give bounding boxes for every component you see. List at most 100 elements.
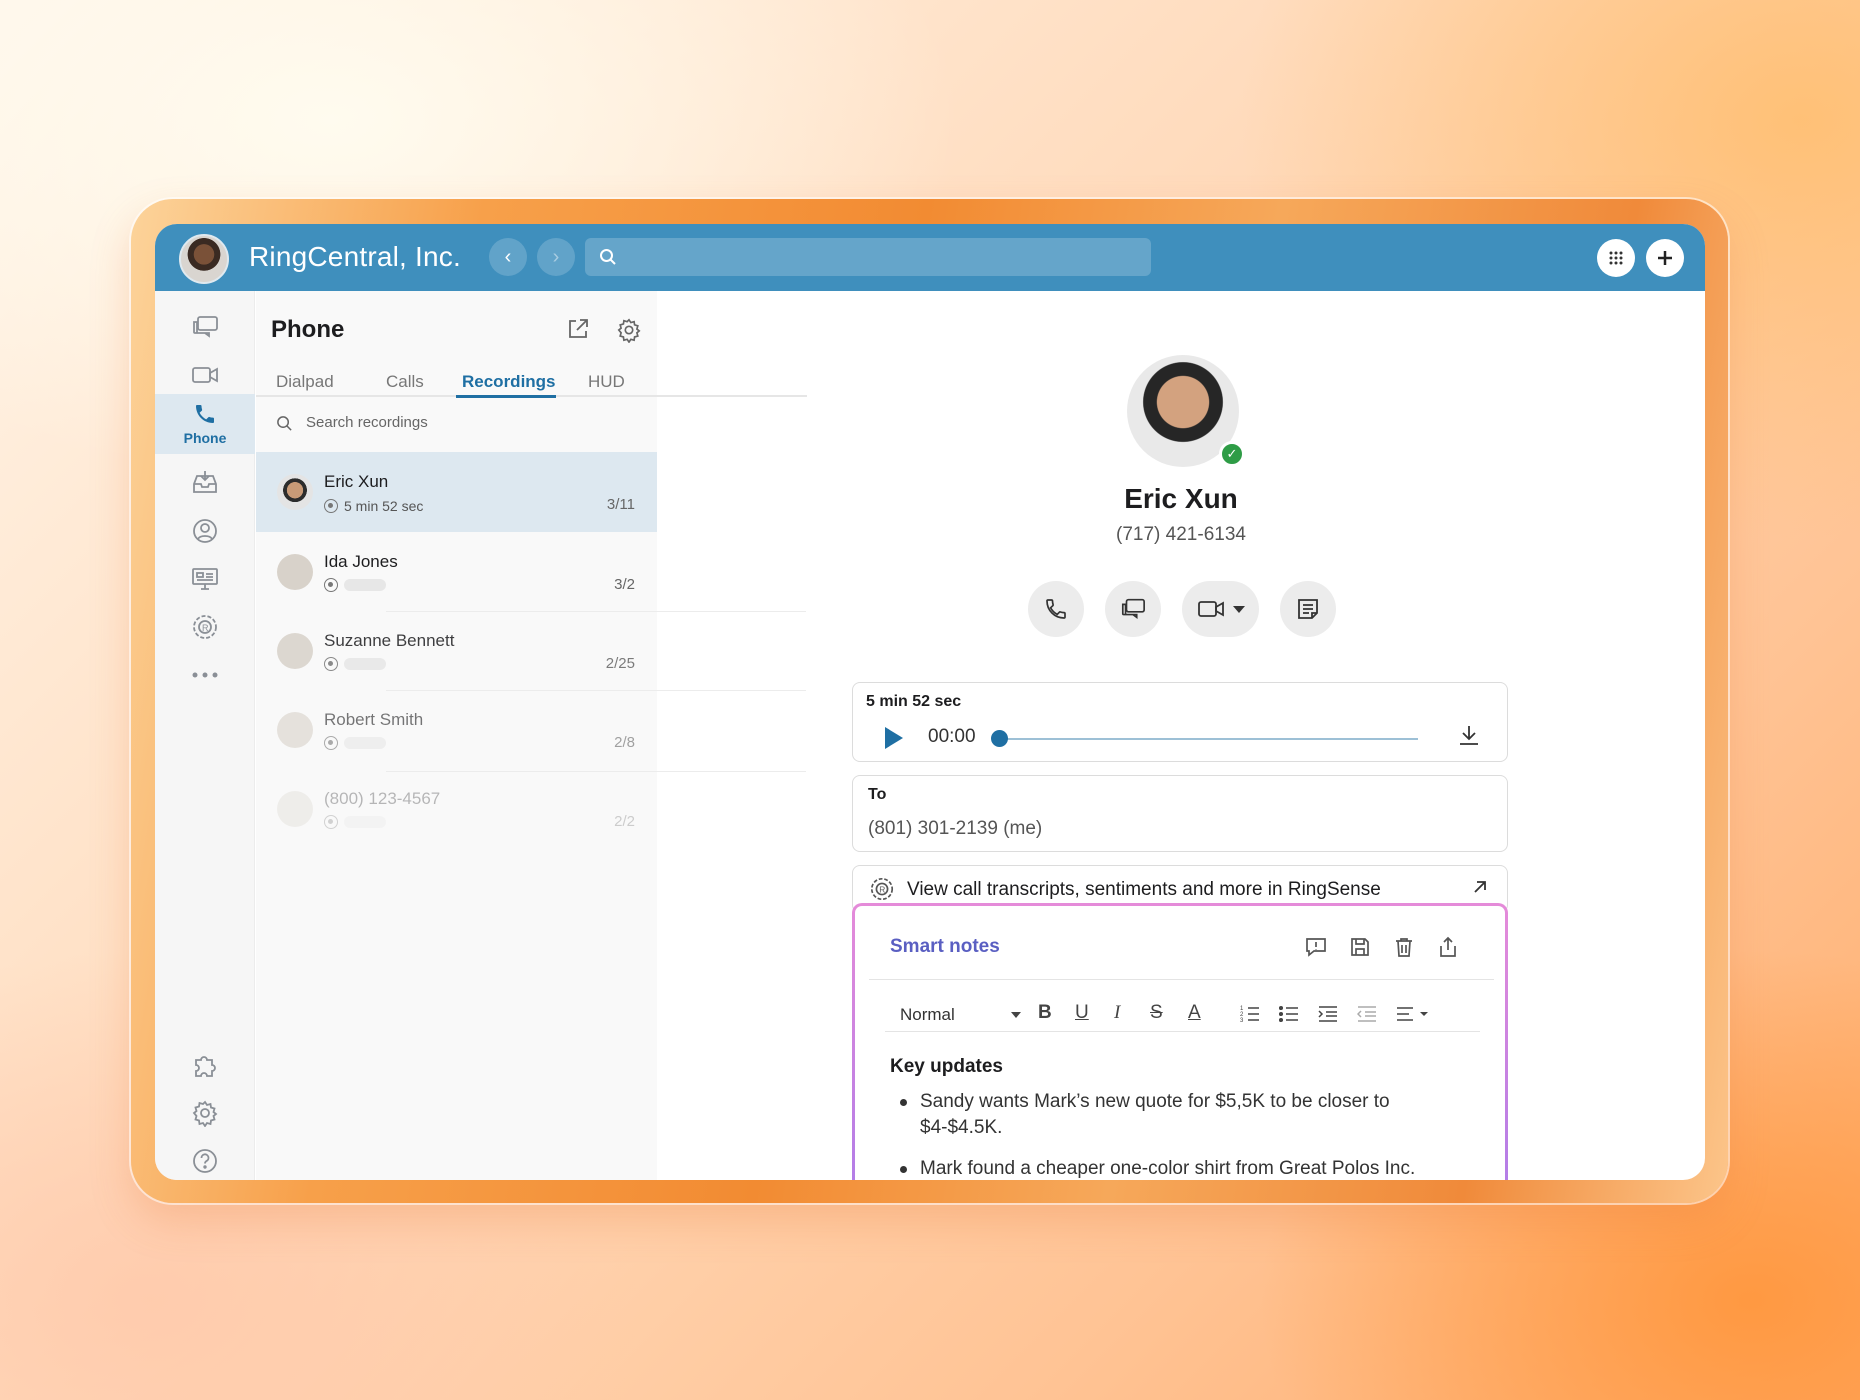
avatar	[277, 633, 313, 669]
contact-name: Eric Xun	[1124, 483, 1238, 514]
svg-text:3: 3	[1240, 1018, 1244, 1023]
rail-item-more[interactable]	[155, 651, 255, 699]
user-avatar[interactable]	[179, 234, 229, 284]
gear-icon	[192, 1100, 218, 1127]
call-button[interactable]	[1028, 581, 1084, 637]
share-icon[interactable]	[1437, 936, 1459, 963]
save-icon[interactable]	[1349, 936, 1371, 963]
recording-name: Ida Jones	[324, 552, 398, 571]
search-icon	[277, 416, 292, 431]
recording-icon	[324, 815, 338, 829]
notes-button[interactable]	[1280, 581, 1336, 637]
recording-icon	[324, 578, 338, 592]
editor-toolbar: Normal B U I S A 123	[885, 996, 1480, 1032]
back-button[interactable]: ‹	[489, 238, 527, 276]
feedback-icon[interactable]	[1305, 936, 1327, 963]
underline-icon[interactable]: U	[1075, 1002, 1089, 1024]
recording-row[interactable]: Robert Smith 2/8	[256, 690, 657, 770]
message-button[interactable]	[1105, 581, 1161, 637]
duration-placeholder	[344, 579, 386, 591]
recording-row[interactable]: Suzanne Bennett 2/25	[256, 611, 657, 691]
smart-notes: Smart notes Normal B U I S A 1 2 3 Key u…	[852, 903, 1508, 1180]
phone-icon	[1046, 599, 1066, 619]
rail-item-help[interactable]	[155, 1137, 255, 1180]
tab-recordings[interactable]: Recordings	[462, 372, 556, 392]
dialpad-button[interactable]	[1597, 239, 1635, 277]
rail-item-inbox[interactable]	[155, 459, 255, 507]
recording-row[interactable]: (800) 123-4567 2/2	[256, 769, 657, 849]
recording-name: Robert Smith	[324, 710, 424, 729]
video-camera-icon	[1197, 601, 1224, 617]
popout-icon[interactable]	[566, 317, 590, 346]
bullet-list-icon[interactable]	[1278, 1005, 1299, 1029]
rail-item-ringsense[interactable]: R	[155, 603, 255, 651]
align-icon[interactable]	[1396, 1005, 1432, 1029]
rail-item-video[interactable]	[155, 351, 255, 399]
presence-check-icon: ✓	[1219, 441, 1245, 467]
svg-text:R: R	[879, 885, 885, 895]
bold-icon[interactable]: B	[1038, 1002, 1052, 1024]
tab-calls[interactable]: Calls	[386, 372, 424, 392]
recording-duration	[324, 815, 386, 829]
tab-hud[interactable]: HUD	[588, 372, 625, 392]
forward-button[interactable]: ›	[537, 238, 575, 276]
phone-panel: Phone Dialpad Calls Recordings HUD Searc…	[256, 291, 807, 1180]
notes-divider	[869, 979, 1494, 980]
duration-placeholder	[344, 737, 386, 749]
more-dots-icon	[192, 672, 218, 678]
rail-item-settings[interactable]	[155, 1089, 255, 1137]
rail-item-apps[interactable]	[155, 1041, 255, 1089]
recording-date: 3/2	[614, 576, 635, 593]
duration-placeholder	[344, 658, 386, 670]
strikethrough-icon[interactable]: S	[1150, 1002, 1163, 1024]
monitor-icon	[192, 568, 218, 590]
recording-duration: 5 min 52 sec	[324, 498, 423, 514]
recording-name: Eric Xun	[324, 472, 389, 491]
new-action-button[interactable]	[1646, 239, 1684, 277]
phone-icon	[196, 405, 214, 423]
to-label: To	[868, 786, 887, 803]
rail-item-rooms[interactable]	[155, 555, 255, 603]
recording-duration	[324, 736, 386, 750]
recording-date: 2/2	[614, 813, 635, 830]
rail-item-messages[interactable]	[155, 303, 255, 351]
search-recordings-input[interactable]: Search recordings	[256, 398, 657, 448]
phone-settings-icon[interactable]	[616, 317, 642, 348]
recording-duration-text: 5 min 52 sec	[344, 498, 424, 514]
help-icon	[193, 1149, 217, 1173]
chat-bubbles-icon	[1121, 598, 1145, 620]
duration-placeholder	[344, 816, 386, 828]
rail-item-contacts[interactable]	[155, 507, 255, 555]
delete-icon[interactable]	[1393, 936, 1415, 963]
format-select[interactable]: Normal	[900, 1005, 955, 1025]
recording-date: 3/11	[606, 496, 635, 513]
note-icon	[1298, 599, 1318, 619]
recording-row[interactable]: Eric Xun 5 min 52 sec 3/11	[256, 452, 657, 532]
search-recordings-placeholder: Search recordings	[306, 414, 428, 431]
app-title: RingCentral, Inc.	[249, 241, 461, 272]
top-bar: RingCentral, Inc. ‹ ›	[155, 224, 1705, 291]
rail-phone-label: Phone	[183, 430, 227, 446]
text-color-icon[interactable]: A	[1188, 1002, 1201, 1024]
play-icon[interactable]	[885, 727, 903, 749]
recording-row[interactable]: Ida Jones 3/2	[256, 532, 657, 612]
outdent-icon[interactable]	[1356, 1005, 1377, 1029]
ordered-list-icon[interactable]: 123	[1240, 1005, 1260, 1029]
avatar	[277, 712, 313, 748]
notes-bullets: Sandy wants Mark’s new quote for $5,5K t…	[890, 1089, 1430, 1180]
rail-item-phone[interactable]: Phone	[155, 394, 255, 454]
to-value: (801) 301-2139 (me)	[868, 818, 1043, 839]
progress-track[interactable]	[998, 738, 1418, 740]
italic-icon[interactable]: I	[1114, 1002, 1120, 1024]
recording-icon	[324, 499, 338, 513]
recording-icon	[324, 657, 338, 671]
download-icon[interactable]	[1457, 723, 1481, 752]
indent-icon[interactable]	[1318, 1005, 1338, 1029]
tab-dialpad[interactable]: Dialpad	[276, 372, 334, 392]
list-item: Sandy wants Mark’s new quote for $5,5K t…	[890, 1089, 1430, 1141]
video-call-button[interactable]	[1182, 581, 1259, 637]
search-icon	[600, 249, 616, 265]
global-search-input[interactable]	[585, 238, 1151, 276]
progress-handle[interactable]	[991, 730, 1008, 747]
plus-icon	[1658, 251, 1672, 265]
